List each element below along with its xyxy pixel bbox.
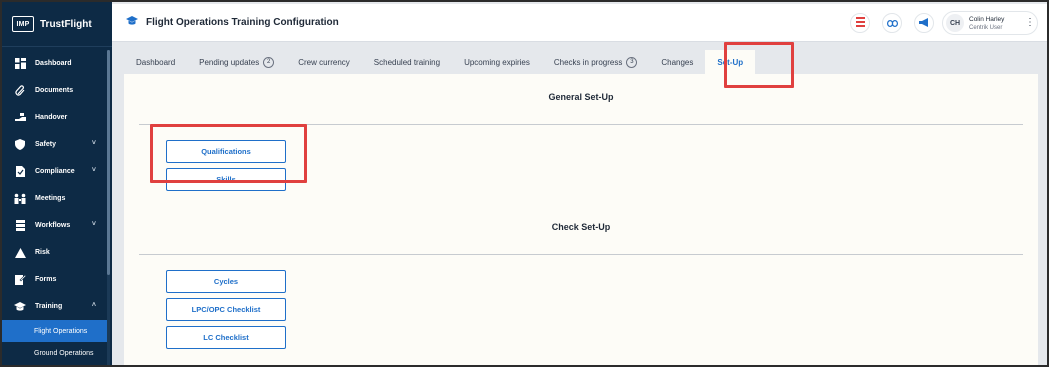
tab-changes[interactable]: Changes <box>649 50 705 74</box>
chevron-down-icon: ˅ <box>91 140 96 147</box>
tab-crew-currency[interactable]: Crew currency <box>286 50 362 74</box>
forms-icon <box>14 274 26 286</box>
workflow-icon <box>14 220 26 232</box>
sidebar-item-label: Safety <box>35 141 57 148</box>
sidebar-item-safety[interactable]: Safety ˅ <box>2 131 108 158</box>
shield-icon <box>14 139 26 151</box>
app-window: IMP TrustFlight Dashboard Documents Hand… <box>0 0 1049 367</box>
sidebar-nav: Dashboard Documents Handover Safety ˅ Co… <box>2 50 108 364</box>
general-setup-title: General Set-Up <box>548 92 614 102</box>
top-header: Flight Operations Training Configuration… <box>112 4 1047 42</box>
divider <box>139 124 1023 125</box>
link-icon <box>886 14 898 32</box>
sidebar-subitem-label: Ground Operations <box>34 349 94 357</box>
tab-label: Scheduled training <box>373 57 441 67</box>
tab-label: Upcoming expiries <box>464 57 530 67</box>
sidebar-item-workflows[interactable]: Workflows ˅ <box>2 212 108 239</box>
sidebar-item-compliance[interactable]: Compliance ˅ <box>2 158 108 185</box>
sidebar-item-dashboard[interactable]: Dashboard <box>2 50 108 77</box>
divider <box>139 254 1023 255</box>
sidebar-item-forms[interactable]: Forms <box>2 266 108 293</box>
stack-menu-button[interactable] <box>850 13 870 33</box>
page-title-text: Flight Operations Training Configuration <box>146 17 339 28</box>
chevron-up-icon: ˄ <box>91 302 96 309</box>
tab-scheduled-training[interactable]: Scheduled training <box>362 50 452 74</box>
sidebar-item-label: Training <box>35 303 63 310</box>
sidebar: IMP TrustFlight Dashboard Documents Hand… <box>2 2 112 365</box>
link-button[interactable] <box>882 13 902 33</box>
sidebar-item-label: Forms <box>35 276 57 283</box>
tab-label: Set-Up <box>717 57 744 67</box>
sidebar-item-label: Workflows <box>35 222 71 229</box>
sidebar-item-training[interactable]: Training ˄ <box>2 293 108 320</box>
divider <box>2 46 112 47</box>
paperclip-icon <box>14 85 26 97</box>
sidebar-item-label: Dashboard <box>35 60 72 67</box>
tab-dashboard[interactable]: Dashboard <box>124 50 187 74</box>
handover-icon <box>14 112 26 124</box>
chevron-down-icon: ˅ <box>91 221 96 228</box>
sidebar-subitem-flight-operations[interactable]: Flight Operations <box>2 320 108 342</box>
sidebar-item-label: Compliance <box>35 168 75 175</box>
sidebar-item-label: Documents <box>35 87 74 94</box>
brand-name: TrustFlight <box>40 18 92 30</box>
dashboard-icon <box>14 58 26 70</box>
sidebar-subitem-label: Flight Operations <box>34 327 88 335</box>
tab-pending-updates[interactable]: Pending updates 2 <box>187 50 286 74</box>
user-menu[interactable]: CH Colin Harley Centrik User ⋮ <box>942 11 1038 35</box>
page-title: Flight Operations Training Configuration <box>126 16 339 29</box>
announcements-button[interactable] <box>914 13 934 33</box>
sidebar-item-label: Meetings <box>35 195 66 202</box>
sidebar-subitem-ground-operations[interactable]: Ground Operations <box>2 342 108 364</box>
compliance-icon <box>14 166 26 178</box>
sidebar-item-label: Risk <box>35 249 50 256</box>
cycles-button[interactable]: Cycles <box>166 270 286 293</box>
tab-bar: Dashboard Pending updates 2 Crew currenc… <box>124 50 756 74</box>
megaphone-icon <box>919 14 929 32</box>
skills-button[interactable]: Skills <box>166 168 286 191</box>
sidebar-item-label: Handover <box>35 114 68 121</box>
kebab-menu-icon[interactable]: ⋮ <box>1025 17 1035 29</box>
lpc-opc-checklist-button[interactable]: LPC/OPC Checklist <box>166 298 286 321</box>
count-badge: 3 <box>626 56 638 68</box>
tab-label: Checks in progress <box>553 57 623 67</box>
brand[interactable]: IMP TrustFlight <box>12 14 92 34</box>
tab-checks-in-progress[interactable]: Checks in progress 3 <box>542 50 649 74</box>
brand-logo: IMP <box>12 16 34 32</box>
sidebar-item-meetings[interactable]: Meetings <box>2 185 108 212</box>
tab-label: Crew currency <box>298 57 350 67</box>
meetings-icon <box>14 193 26 205</box>
graduation-cap-icon <box>126 16 138 29</box>
user-name: Colin Harley <box>969 16 1005 23</box>
check-setup-title: Check Set-Up <box>551 222 611 232</box>
avatar: CH <box>946 14 964 32</box>
stack-icon <box>855 14 865 32</box>
chevron-down-icon: ˅ <box>91 167 96 174</box>
qualifications-button[interactable]: Qualifications <box>166 140 286 163</box>
sidebar-item-handover[interactable]: Handover <box>2 104 108 131</box>
tab-upcoming-expiries[interactable]: Upcoming expiries <box>452 50 542 74</box>
tab-label: Dashboard <box>136 57 176 67</box>
tab-set-up[interactable]: Set-Up <box>705 50 756 74</box>
sidebar-item-documents[interactable]: Documents <box>2 77 108 104</box>
setup-content: General Set-Up Qualifications Skills Che… <box>124 74 1038 365</box>
sidebar-scrollbar-thumb[interactable] <box>107 50 110 275</box>
sidebar-item-risk[interactable]: Risk <box>2 239 108 266</box>
count-badge: 2 <box>263 56 275 68</box>
graduation-cap-icon <box>14 301 26 313</box>
user-role: Centrik User <box>969 25 1003 31</box>
lc-checklist-button[interactable]: LC Checklist <box>166 326 286 349</box>
warning-icon <box>14 247 26 259</box>
tab-label: Changes <box>661 57 694 67</box>
tab-label: Pending updates <box>199 57 260 67</box>
